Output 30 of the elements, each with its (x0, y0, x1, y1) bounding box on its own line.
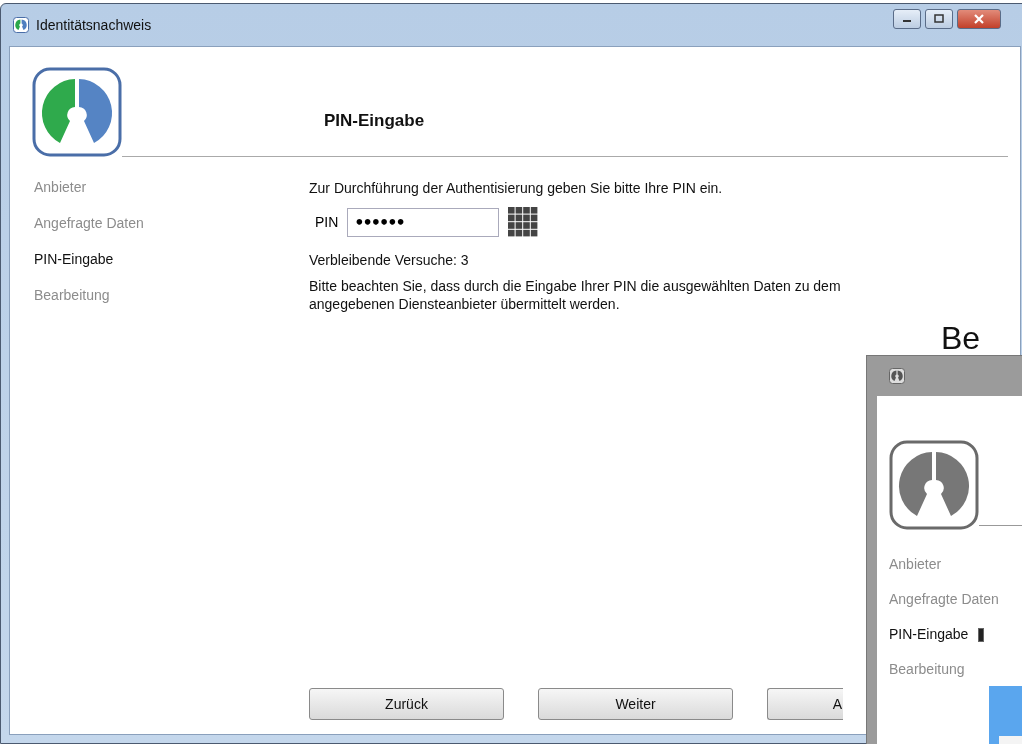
step-item: Anbieter (889, 556, 942, 573)
app-icon (889, 368, 905, 384)
notice-text: Bitte beachten Sie, dass durch die Eingabe Ihrer PIN die ausgewählten Daten zu dem angegebenen Diensteanbieter übermittelt werden. (309, 277, 842, 313)
nav-button[interactable]: A (767, 688, 843, 720)
step-item: Angefragte Daten (889, 591, 999, 608)
pin-label: PIN (315, 214, 339, 230)
instruction-text: Zur Durchführung der Authentisierung geben Sie bitte Ihre PIN ein. (309, 179, 724, 197)
step-item: PIN-Eingabe (889, 626, 969, 643)
page-heading: PIN-Eingabe (324, 111, 425, 131)
maximize-icon (933, 14, 945, 24)
step-item: Anbieter (34, 179, 87, 196)
logo-icon (889, 440, 979, 530)
close-icon (973, 14, 985, 24)
keypad-icon[interactable] (508, 207, 539, 237)
window-title: Identitätsnachweis (36, 17, 152, 33)
minimize-button[interactable] (893, 9, 921, 29)
step-item: Bearbeitung (889, 661, 965, 678)
nav-button[interactable]: Zurück (309, 688, 504, 720)
overlay-text: Be (941, 319, 981, 358)
maximize-button[interactable] (925, 9, 953, 29)
step-item: Bearbeitung (34, 287, 110, 304)
step-item: Angefragte Daten (34, 215, 144, 232)
pin-field[interactable]: •••••• (347, 207, 500, 237)
nav-button[interactable]: Weiter (538, 688, 733, 720)
step-item: PIN-Eingabe (34, 251, 114, 268)
close-button[interactable] (957, 9, 1001, 29)
step-marker (978, 627, 985, 642)
app-icon (13, 17, 29, 33)
logo-icon (32, 67, 122, 157)
remaining-attempts-text: Verbleibende Versuche: 3 (309, 251, 470, 269)
